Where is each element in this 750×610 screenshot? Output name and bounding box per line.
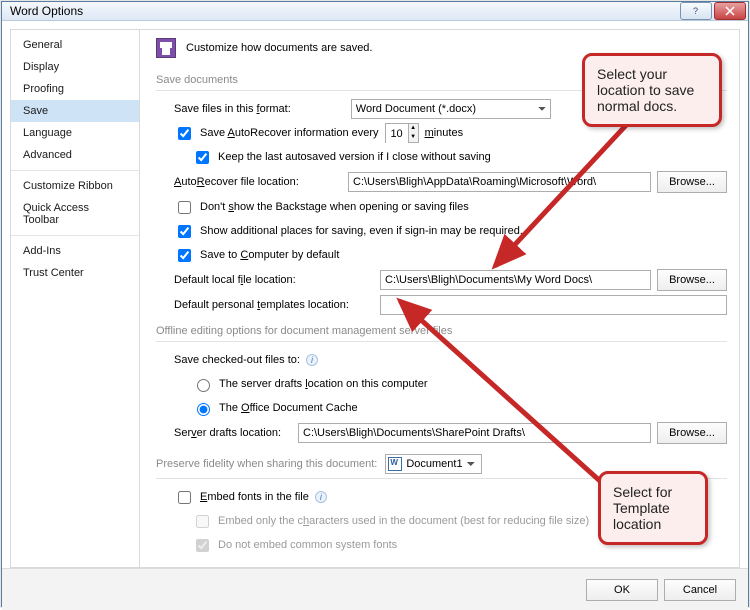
dont-show-backstage-label: Don't show the Backstage when opening or… — [200, 201, 469, 213]
show-additional-places-checkbox[interactable] — [178, 225, 191, 238]
browse-autorecover-button[interactable]: Browse... — [657, 171, 727, 193]
section-offline-editing: Offline editing options for document man… — [156, 321, 727, 342]
autorecover-location-label: AutoRecover file location: — [174, 176, 342, 188]
do-not-embed-common-fonts-label: Do not embed common system fonts — [218, 539, 397, 551]
sidebar-item-customize-ribbon[interactable]: Customize Ribbon — [11, 175, 139, 197]
default-local-file-location-label: Default local file location: — [174, 274, 374, 286]
sidebar-item-quick-access-toolbar[interactable]: Quick Access Toolbar — [11, 197, 139, 231]
save-format-combo[interactable]: Word Document (*.docx) — [351, 99, 551, 119]
default-templates-location-label: Default personal templates location: — [174, 299, 374, 311]
save-to-computer-checkbox[interactable] — [178, 249, 191, 262]
show-additional-places-label: Show additional places for saving, even … — [200, 225, 523, 237]
browse-server-drafts-button[interactable]: Browse... — [657, 422, 727, 444]
server-drafts-location-input[interactable] — [298, 423, 651, 443]
callout-save-location: Select your location to save normal docs… — [582, 53, 722, 127]
embed-fonts-checkbox[interactable] — [178, 491, 191, 504]
office-document-cache-radio-label: The Office Document Cache — [219, 402, 358, 414]
keep-last-autosaved-checkbox[interactable] — [196, 151, 209, 164]
close-button[interactable] — [714, 2, 746, 20]
server-drafts-location-radio[interactable] — [197, 379, 210, 392]
embed-only-characters-label: Embed only the characters used in the do… — [218, 515, 589, 527]
window-title: Word Options — [10, 4, 678, 18]
sidebar-item-advanced[interactable]: Advanced — [11, 144, 139, 166]
cancel-button[interactable]: Cancel — [664, 579, 736, 601]
embed-only-characters-checkbox — [196, 515, 209, 528]
ok-button[interactable]: OK — [586, 579, 658, 601]
sidebar: General Display Proofing Save Language A… — [10, 29, 140, 568]
titlebar: Word Options ? — [2, 2, 748, 21]
default-local-file-location-input[interactable] — [380, 270, 651, 290]
minutes-label: minutes — [425, 127, 464, 139]
sidebar-item-proofing[interactable]: Proofing — [11, 78, 139, 100]
autorecover-checkbox[interactable] — [178, 127, 191, 140]
sidebar-item-display[interactable]: Display — [11, 56, 139, 78]
save-to-computer-label: Save to Computer by default — [200, 249, 339, 261]
dialog-footer: OK Cancel — [2, 568, 748, 610]
default-templates-location-input[interactable] — [380, 295, 727, 315]
info-icon[interactable]: i — [315, 491, 327, 503]
save-format-label: Save files in this format: — [174, 103, 291, 115]
sidebar-item-general[interactable]: General — [11, 34, 139, 56]
sidebar-item-language[interactable]: Language — [11, 122, 139, 144]
sidebar-item-add-ins[interactable]: Add-Ins — [11, 240, 139, 262]
info-icon[interactable]: i — [306, 354, 318, 366]
autorecover-location-input[interactable] — [348, 172, 651, 192]
save-checked-out-label: Save checked-out files to: — [174, 354, 300, 366]
autorecover-minutes-input[interactable] — [386, 124, 408, 144]
save-icon — [156, 38, 176, 58]
keep-last-autosaved-label: Keep the last autosaved version if I clo… — [218, 151, 491, 163]
server-drafts-location-label: Server drafts location: — [174, 427, 292, 439]
svg-text:?: ? — [693, 6, 698, 16]
sidebar-item-trust-center[interactable]: Trust Center — [11, 262, 139, 284]
browse-default-local-button[interactable]: Browse... — [657, 269, 727, 291]
callout-template-location: Select for Template location — [598, 471, 708, 545]
embed-fonts-label: Embed fonts in the file — [200, 491, 309, 503]
server-drafts-location-radio-label: The server drafts location on this compu… — [219, 378, 428, 390]
do-not-embed-common-fonts-checkbox — [196, 539, 209, 552]
autorecover-minutes-spinner[interactable]: ▲▼ — [385, 123, 419, 143]
sidebar-item-save[interactable]: Save — [11, 100, 139, 122]
page-subtitle: Customize how documents are saved. — [186, 42, 372, 54]
dont-show-backstage-checkbox[interactable] — [178, 201, 191, 214]
office-document-cache-radio[interactable] — [197, 403, 210, 416]
fidelity-document-combo[interactable]: Document1 — [385, 454, 482, 474]
help-button[interactable]: ? — [680, 2, 712, 20]
autorecover-label: Save AutoRecover information every — [200, 127, 379, 139]
word-document-icon — [388, 457, 402, 471]
